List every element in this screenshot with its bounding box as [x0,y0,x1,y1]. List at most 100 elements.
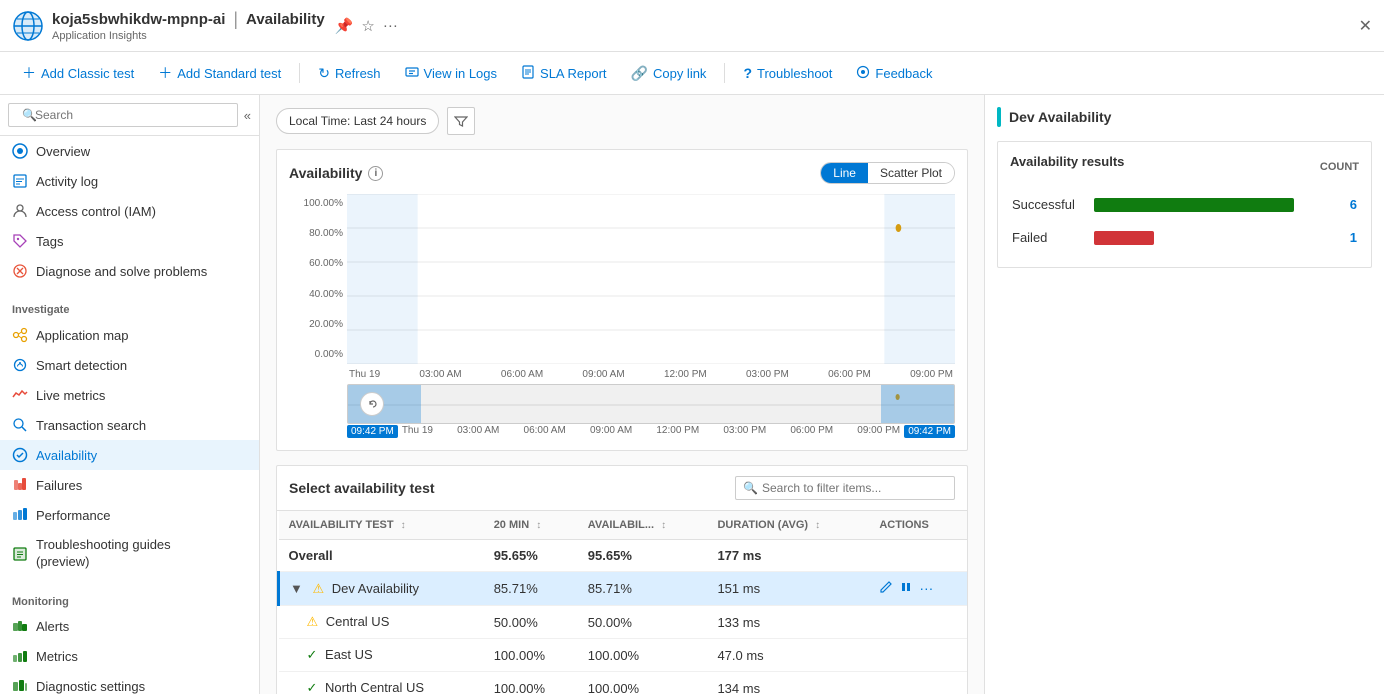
chart-container: 100.00% 80.00% 60.00% 40.00% 20.00% 0.00… [289,194,955,438]
sidebar-item-transaction-search[interactable]: Transaction search [0,410,259,440]
activity-log-icon [12,173,28,189]
table-header-row: Select availability test 🔍 [277,466,967,511]
sidebar-item-tags[interactable]: Tags [0,226,259,256]
results-title: Availability results [1010,154,1124,169]
sidebar-item-live-metrics[interactable]: Live metrics [0,380,259,410]
pause-action-button[interactable] [899,580,913,597]
chart-info-icon[interactable]: i [368,166,383,181]
result-bar-successful [1094,189,1325,220]
sidebar-item-application-map[interactable]: Application map [0,320,259,350]
sidebar-item-iam[interactable]: Access control (IAM) [0,196,259,226]
application-map-label: Application map [36,328,129,343]
y-label-100: 100.00% [289,198,347,209]
troubleshoot-label: Troubleshoot [757,66,832,81]
line-chart-button[interactable]: Line [821,163,868,183]
sidebar-item-alerts[interactable]: Alerts [0,612,259,642]
add-standard-icon: ＋ [158,63,172,83]
chart-header: Availability i Line Scatter Plot [289,162,955,184]
right-panel: Dev Availability Availability results CO… [984,95,1384,694]
availability-icon [12,447,28,463]
results-row-failed: Failed 1 [1012,222,1357,253]
actions-cell [869,606,967,639]
add-classic-icon: ＋ [22,63,36,83]
expand-icon[interactable]: ▼ [290,581,303,596]
table-row: ✓ North Central US 100.00% 100.00% 134 m… [279,672,968,695]
investigate-section-label: Investigate [0,294,259,320]
feedback-button[interactable]: Feedback [846,60,942,87]
sidebar-item-metrics[interactable]: Metrics [0,642,259,672]
availability-cell: 100.00% [578,639,708,672]
diagnose-label: Diagnose and solve problems [36,264,207,279]
app-subtitle: Application Insights [52,30,325,42]
table-header: AVAILABILITY TEST ↕ 20 MIN ↕ AVAILABIL..… [279,511,968,540]
20min-cell: 95.65% [484,540,578,572]
troubleshooting-guides-icon [12,546,28,562]
add-standard-test-button[interactable]: ＋ Add Standard test [148,58,291,88]
sidebar-item-failures[interactable]: Failures [0,470,259,500]
more-icon[interactable]: ··· [383,17,398,35]
header-separator: | [233,9,238,30]
sidebar-item-performance[interactable]: Performance [0,500,259,530]
y-label-40: 40.00% [289,289,347,300]
troubleshoot-button[interactable]: ? Troubleshoot [733,60,842,86]
more-action-button[interactable]: ··· [919,580,933,597]
success-icon: ✓ [307,647,318,662]
col-availability: AVAILABIL... ↕ [578,511,708,540]
close-icon[interactable]: ✕ [1359,16,1372,36]
sidebar-item-smart-detection[interactable]: Smart detection [0,350,259,380]
overview-icon [12,143,28,159]
table-section: Select availability test 🔍 AVAILABILITY … [276,465,968,694]
time-filter-button[interactable]: Local Time: Last 24 hours [276,108,439,134]
chart-back-button[interactable] [360,392,384,416]
view-in-logs-button[interactable]: View in Logs [395,60,507,87]
results-row-successful: Successful 6 [1012,189,1357,220]
range-start-label: 09:42 PM [347,425,398,438]
sidebar-item-availability[interactable]: Availability [0,440,259,470]
sidebar-item-overview[interactable]: Overview [0,136,259,166]
range-selector[interactable]: 09:42 PM Thu 19 03:00 AM 06:00 AM 09:00 … [289,384,955,438]
test-name-cell: Overall [279,540,484,572]
add-classic-test-button[interactable]: ＋ Add Classic test [12,58,144,88]
actions-cell [869,672,967,695]
range-left-handle[interactable] [348,385,421,423]
sidebar-item-troubleshooting-guides[interactable]: Troubleshooting guides(preview) [0,530,259,578]
scatter-chart-button[interactable]: Scatter Plot [868,163,954,183]
chart-type-toggle: Line Scatter Plot [820,162,955,184]
sla-report-button[interactable]: SLA Report [511,60,617,87]
sidebar-item-diagnostic-settings[interactable]: Diagnostic settings [0,672,259,694]
feedback-icon [856,65,870,82]
diagnose-icon [12,263,28,279]
bar-green [1094,198,1294,212]
test-name-cell: ▼ ⚠ Dev Availability [279,572,484,606]
troubleshooting-guides-label: Troubleshooting guides(preview) [36,537,171,571]
failed-count-link[interactable]: 1 [1350,230,1357,245]
duration-cell: 47.0 ms [707,639,869,672]
range-right-handle[interactable] [881,385,954,423]
successful-count-link[interactable]: 6 [1350,197,1357,212]
table-row: ⚠ Central US 50.00% 50.00% 133 ms [279,606,968,639]
star-icon[interactable]: ☆ [361,17,374,35]
duration-cell: 134 ms [707,672,869,695]
table-search-input[interactable] [735,476,955,500]
20min-cell: 50.00% [484,606,578,639]
sidebar-item-diagnose[interactable]: Diagnose and solve problems [0,256,259,286]
test-name-cell: ⚠ Central US [279,606,484,639]
20min-cell: 85.71% [484,572,578,606]
sidebar-item-activity-log[interactable]: Activity log [0,166,259,196]
copy-link-button[interactable]: 🔗 Copy link [621,60,717,87]
pin-icon[interactable]: 📌 [335,17,354,35]
20min-cell: 100.00% [484,672,578,695]
table-row[interactable]: ▼ ⚠ Dev Availability 85.71% 85.71% 151 m… [279,572,968,606]
col-duration: DURATION (AVG) ↕ [707,511,869,540]
range-selector-area[interactable]: 09:42 PM Thu 19 03:00 AM 06:00 AM 09:00 … [347,384,955,438]
search-input[interactable] [8,103,238,127]
edit-action-button[interactable] [879,580,893,597]
bar-container-failed [1094,231,1325,245]
table-search-container: 🔍 [735,476,955,500]
refresh-button[interactable]: ↻ Refresh [308,60,390,87]
availability-cell: 100.00% [578,672,708,695]
20min-cell: 100.00% [484,639,578,672]
filter-icon[interactable] [447,107,475,135]
collapse-icon[interactable]: « [244,108,251,123]
col-actions: ACTIONS [869,511,967,540]
